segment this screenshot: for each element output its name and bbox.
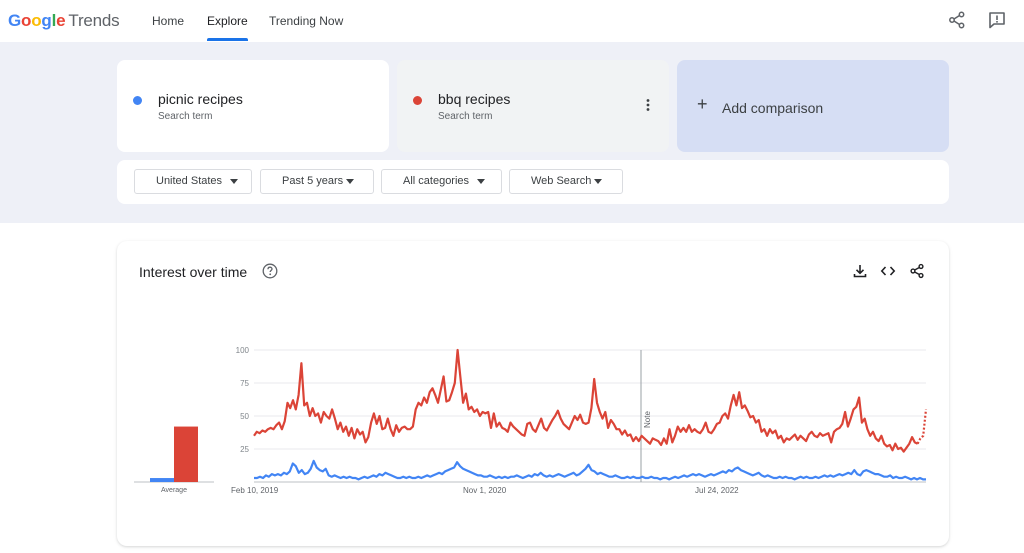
time-filter-label: Past 5 years [282,175,344,187]
search-type-filter[interactable]: Web Search [509,169,623,194]
y-tick-label: 100 [236,346,250,355]
x-tick-label: Feb 10, 2019 [231,486,279,495]
caret-down-icon [477,179,485,184]
series-color-dot [413,96,422,105]
term-name[interactable]: picnic recipes [158,91,243,107]
annotation-label: Note [643,411,652,428]
more-options-icon[interactable] [641,98,655,112]
share-icon[interactable] [909,263,925,279]
series-line-1 [253,348,919,453]
top-bar: Google Trends Home Explore Trending Now [0,0,1024,42]
interest-over-time-card: 100 75 50 25 Feb 10, 2019 Nov 1, 2020 Jul 24, … [117,241,949,546]
region-filter-label: United States [156,175,223,187]
plus-icon: + [697,94,708,114]
embed-code-icon[interactable] [880,263,896,279]
term-card-picnic-recipes[interactable]: picnic recipes Search term [117,60,389,152]
nav-trending-now[interactable]: Trending Now [269,0,343,42]
category-filter-label: All categories [403,175,470,187]
y-tick-label: 75 [240,379,249,388]
term-subtitle: Search term [438,111,493,122]
download-icon[interactable] [852,263,868,279]
x-tick-label: Jul 24, 2022 [695,486,739,495]
caret-down-icon [230,179,238,184]
average-bar-0 [150,478,174,482]
add-comparison-button[interactable]: + Add comparison [677,60,949,152]
region-filter[interactable]: United States [134,169,252,194]
share-icon[interactable] [947,10,967,30]
caret-down-icon [594,179,602,184]
nav-explore[interactable]: Explore [207,0,248,42]
feedback-icon[interactable] [987,10,1007,30]
term-subtitle: Search term [158,111,213,122]
help-icon[interactable] [262,263,278,279]
category-filter[interactable]: All categories [381,169,502,194]
add-comparison-label: Add comparison [722,100,824,116]
interest-over-time-chart: 100 75 50 25 Feb 10, 2019 Nov 1, 2020 Jul 24, … [134,346,928,495]
nav-home[interactable]: Home [152,0,184,42]
caret-down-icon [346,179,354,184]
google-wordmark: Google [8,11,66,30]
term-name[interactable]: bbq recipes [438,91,510,107]
x-tick-label: Nov 1, 2020 [463,486,507,495]
search-type-filter-label: Web Search [531,175,592,187]
y-tick-label: 50 [240,412,249,421]
series-partial-data-1 [916,409,928,445]
trends-wordmark: Trends [68,11,120,30]
filters-bar: United States Past 5 years All categorie… [117,160,949,204]
average-label: Average [161,487,187,494]
card-title: Interest over time [139,264,248,280]
term-card-bbq-recipes[interactable]: bbq recipes Search term [397,60,669,152]
google-trends-logo[interactable]: Google Trends [8,11,120,31]
average-bar-1 [174,426,198,482]
series-color-dot [133,96,142,105]
series-line-0 [254,459,926,481]
time-filter[interactable]: Past 5 years [260,169,374,194]
y-tick-label: 25 [240,445,249,454]
